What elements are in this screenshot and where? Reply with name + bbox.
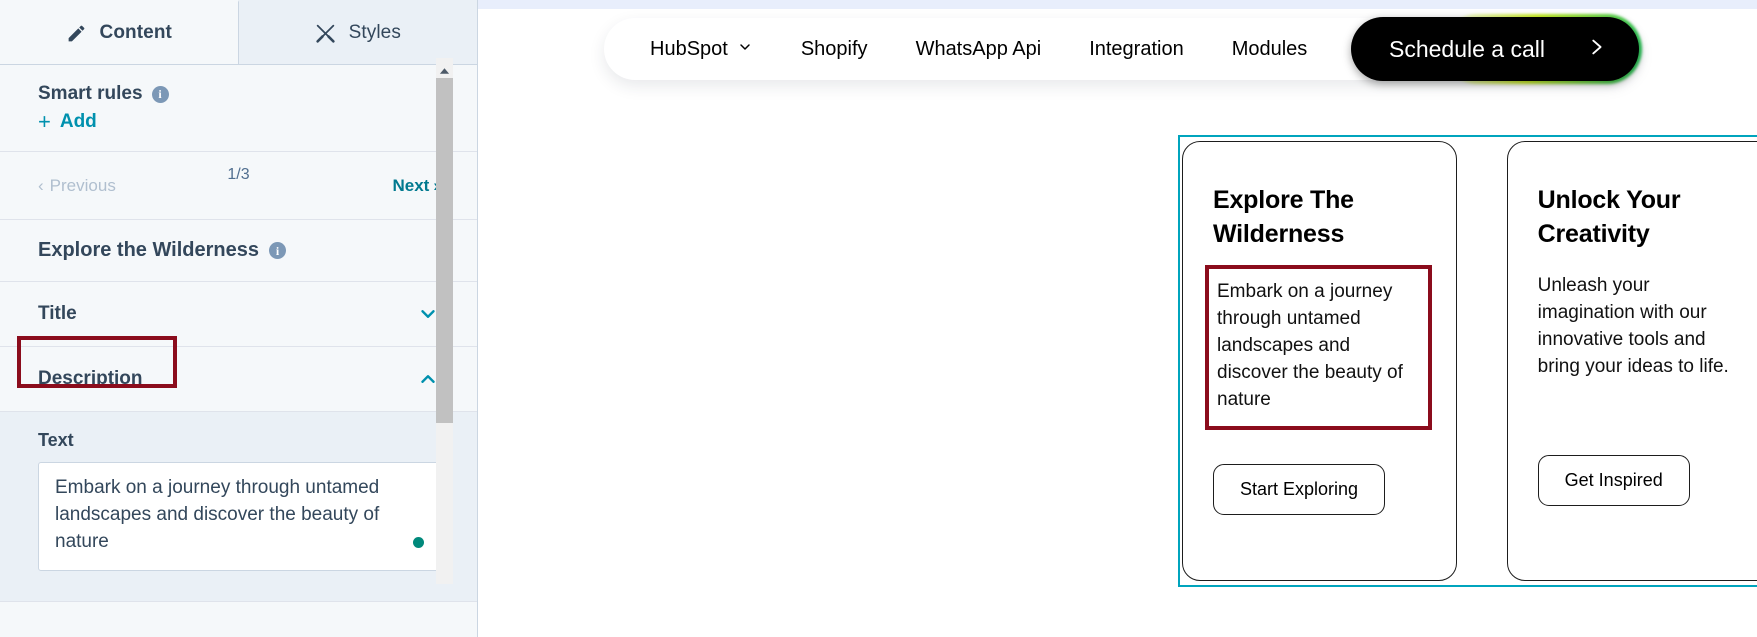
add-smart-rule-button[interactable]: + Add	[38, 111, 439, 133]
nav-link-integration[interactable]: Integration	[1065, 38, 1208, 61]
smart-rules-heading: Smart rules i	[38, 83, 439, 105]
saved-status-dot	[413, 536, 424, 548]
info-icon[interactable]: i	[151, 85, 169, 103]
smart-rules-label: Smart rules	[38, 83, 143, 104]
field-group-title[interactable]: Title	[0, 282, 477, 347]
pager-count: 1/3	[227, 166, 250, 183]
feature-card[interactable]: Unlock Your Creativity Unleash your imag…	[1506, 141, 1757, 581]
plus-icon: +	[38, 109, 51, 134]
schedule-a-call-label: Schedule a call	[1389, 35, 1545, 62]
tab-styles-label: Styles	[348, 22, 401, 43]
card-cta-button[interactable]: Get Inspired	[1537, 455, 1690, 506]
nav-link-label: Integration	[1089, 37, 1184, 60]
nav-link-label: HubSpot	[650, 37, 728, 60]
info-icon[interactable]: i	[269, 242, 286, 259]
pencil-icon	[66, 22, 88, 44]
field-group-description-label: Description	[38, 368, 143, 389]
card-body: Embark on a journey through untamed land…	[1205, 265, 1432, 430]
chevron-down-icon	[737, 38, 753, 61]
editor-sidebar: Content Styles Smart rules i + Add ‹ Pre…	[0, 0, 478, 637]
feature-cards-row: Explore The Wilderness Embark on a journ…	[1178, 137, 1757, 585]
site-navbar: HubSpot Shopify WhatsApp Api Integration…	[604, 14, 1642, 84]
sidebar-scrollbar-thumb[interactable]	[436, 78, 453, 423]
tab-content-label: Content	[99, 22, 172, 43]
chevron-left-icon: ‹	[38, 175, 44, 195]
feature-card[interactable]: Explore The Wilderness Embark on a journ…	[1182, 141, 1457, 581]
module-pager: ‹ Previous 1/3 Next ›	[0, 152, 477, 220]
description-text-value: Embark on a journey through untamed land…	[55, 477, 380, 552]
nav-link-label: WhatsApp Api	[915, 37, 1042, 60]
scroll-up-arrow-icon[interactable]	[436, 58, 453, 75]
module-title: Explore the Wilderness i	[0, 220, 477, 282]
app-root: Content Styles Smart rules i + Add ‹ Pre…	[0, 0, 1757, 637]
tab-content[interactable]: Content	[0, 0, 239, 64]
field-group-description[interactable]: Description	[0, 347, 477, 412]
next-button[interactable]: Next ›	[392, 176, 439, 196]
previous-button[interactable]: ‹ Previous	[38, 176, 116, 196]
smart-rules-section: Smart rules i + Add	[0, 65, 477, 152]
nav-links: HubSpot Shopify WhatsApp Api Integration…	[626, 38, 1419, 61]
card-body: Unleash your imagination with our innova…	[1537, 275, 1729, 377]
canvas-top-strip	[478, 0, 1757, 9]
sidebar-tabs: Content Styles	[0, 0, 477, 65]
page-canvas: HubSpot Shopify WhatsApp Api Integration…	[478, 0, 1757, 637]
card-cta-button[interactable]: Start Exploring	[1213, 463, 1386, 515]
text-field-label: Text	[38, 430, 74, 450]
card-title: Explore The Wilderness	[1213, 186, 1354, 248]
nav-link-label: Shopify	[800, 37, 868, 60]
nav-link-label: Modules	[1231, 37, 1308, 60]
nav-link-shopify[interactable]: Shopify	[777, 38, 892, 61]
description-panel: Text Embark on a journey through untamed…	[0, 412, 477, 602]
paintbrush-ruler-icon	[315, 22, 337, 44]
schedule-call-wrapper: Schedule a call	[1351, 14, 1642, 84]
nav-link-whatsapp-api[interactable]: WhatsApp Api	[892, 38, 1066, 61]
chevron-right-icon	[1585, 36, 1607, 62]
nav-link-hubspot[interactable]: HubSpot	[626, 38, 777, 61]
previous-label: Previous	[49, 175, 116, 195]
description-text-input[interactable]: Embark on a journey through untamed land…	[38, 462, 439, 571]
next-label: Next	[392, 175, 430, 195]
card-title: Unlock Your Creativity	[1537, 186, 1681, 248]
add-label: Add	[59, 111, 97, 132]
field-group-title-label: Title	[38, 303, 77, 324]
tab-styles[interactable]: Styles	[238, 0, 477, 64]
nav-link-modules[interactable]: Modules	[1208, 38, 1332, 61]
schedule-a-call-button[interactable]: Schedule a call	[1351, 17, 1639, 81]
module-title-label: Explore the Wilderness	[38, 239, 259, 261]
